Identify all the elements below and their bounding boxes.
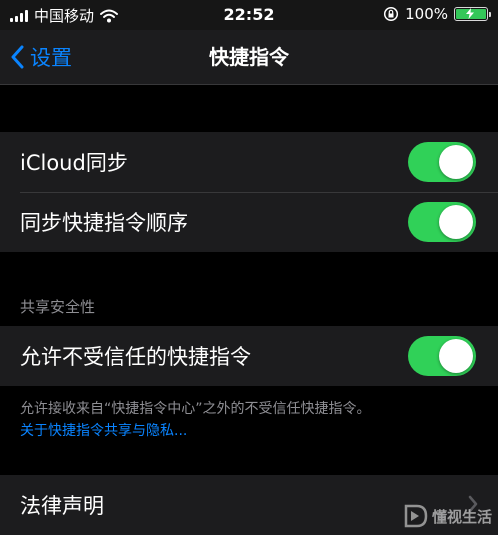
- legal-label: 法律声明: [20, 494, 104, 518]
- status-right: 100%: [383, 5, 491, 23]
- battery-cap: [489, 12, 491, 17]
- sync-order-label: 同步快捷指令顺序: [20, 211, 188, 235]
- battery-percent: 100%: [405, 5, 448, 23]
- charging-bolt-icon: [466, 8, 474, 19]
- sync-settings-group: iCloud同步 同步快捷指令顺序: [0, 132, 498, 252]
- watermark-logo-icon: [404, 504, 428, 528]
- allow-untrusted-label: 允许不受信任的快捷指令: [20, 345, 251, 369]
- watermark-text: 懂视生活: [431, 507, 492, 526]
- icloud-sync-label: iCloud同步: [20, 151, 128, 175]
- allow-untrusted-toggle[interactable]: [408, 336, 476, 376]
- page-title: 快捷指令: [209, 45, 289, 69]
- navigation-bar: 设置 快捷指令: [0, 30, 498, 85]
- section-header-security: 共享安全性: [20, 298, 96, 316]
- toggle-knob: [439, 145, 473, 179]
- orientation-lock-icon: [384, 6, 399, 22]
- security-settings-group: 允许不受信任的快捷指令: [0, 326, 498, 386]
- sync-order-toggle[interactable]: [408, 202, 476, 242]
- security-footer: 允许接收来自“快捷指令中心”之外的不受信任快捷指令。 关于快捷指令共享与隐私..…: [20, 398, 480, 442]
- sync-order-row: 同步快捷指令顺序: [0, 192, 498, 252]
- icloud-sync-toggle[interactable]: [408, 142, 476, 182]
- icloud-sync-row: iCloud同步: [0, 132, 498, 192]
- status-bar: 中国移动 22:52 100%: [0, 0, 498, 30]
- allow-untrusted-row: 允许不受信任的快捷指令: [0, 326, 498, 386]
- security-footer-text: 允许接收来自“快捷指令中心”之外的不受信任快捷指令。: [20, 401, 371, 417]
- toggle-knob: [439, 339, 473, 373]
- watermark: 懂视生活: [403, 503, 492, 529]
- privacy-link[interactable]: 关于快捷指令共享与隐私...: [20, 420, 480, 442]
- battery-icon: [454, 7, 491, 21]
- toggle-knob: [439, 205, 473, 239]
